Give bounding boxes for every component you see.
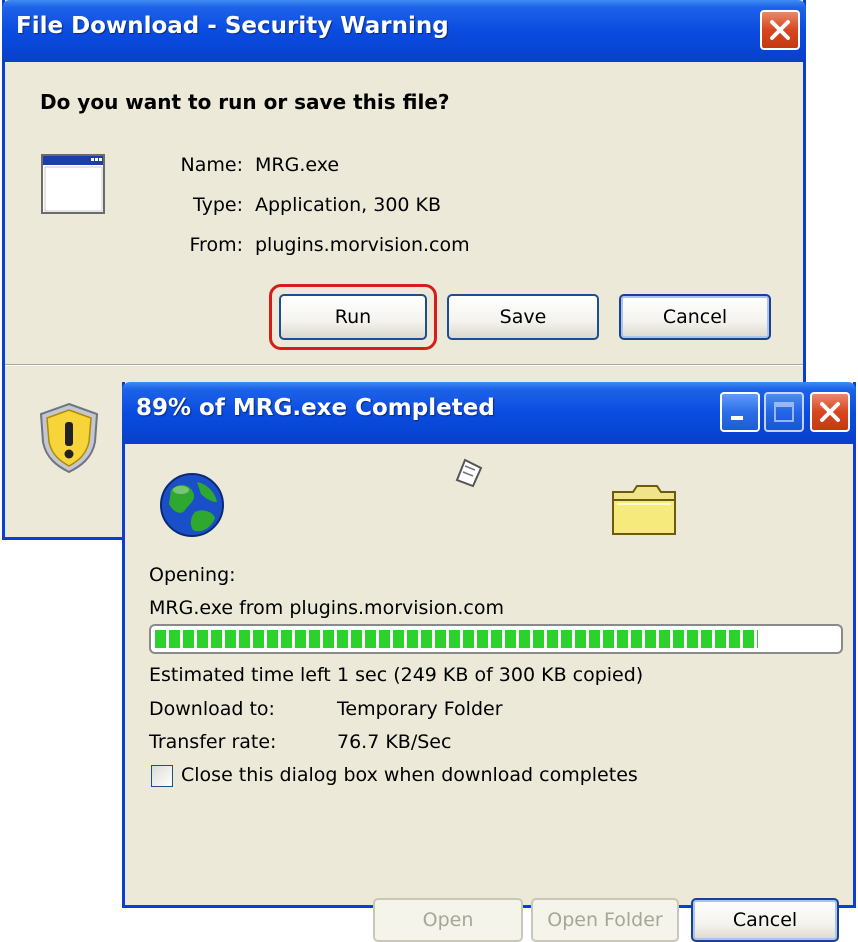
close-on-complete-checkbox[interactable] [151, 765, 173, 787]
close-icon [820, 402, 840, 422]
maximize-button[interactable] [764, 392, 804, 432]
type-value: Application, 300 KB [255, 194, 442, 216]
security-question: Do you want to run or save this file? [40, 90, 450, 114]
estimated-label: Estimated time left [149, 664, 331, 686]
estimated-value: 1 sec (249 KB of 300 KB copied) [337, 664, 644, 686]
progress-cancel-button-label: Cancel [732, 909, 798, 931]
transfer-rate-label: Transfer rate: [149, 731, 277, 753]
opening-value: MRG.exe from plugins.morvision.com [149, 597, 504, 619]
name-value: MRG.exe [255, 154, 340, 176]
close-on-complete-label[interactable]: Close this dialog box when download comp… [181, 764, 638, 786]
download-progress-dialog: 89% of MRG.exe Completed Opening: MRG.ex… [122, 382, 856, 942]
open-button[interactable]: Open [373, 898, 523, 942]
run-button-label: Run [334, 306, 372, 328]
from-label: From: [189, 234, 243, 256]
transfer-rate-value: 76.7 KB/Sec [337, 731, 452, 753]
download-to-value: Temporary Folder [337, 698, 503, 720]
folder-icon [612, 485, 676, 535]
minimize-button[interactable] [720, 392, 760, 432]
download-to-label: Download to: [149, 698, 275, 720]
open-button-label: Open [422, 909, 474, 931]
save-button-label: Save [499, 306, 547, 328]
separator [5, 364, 803, 366]
security-close-button[interactable] [760, 10, 800, 50]
save-button[interactable]: Save [447, 294, 599, 340]
progress-cancel-button[interactable]: Cancel [691, 898, 839, 942]
shield-warning-icon [39, 402, 99, 474]
from-value: plugins.morvision.com [255, 234, 470, 256]
open-folder-button[interactable]: Open Folder [531, 898, 679, 942]
opening-label: Opening: [149, 564, 236, 586]
open-folder-button-label: Open Folder [547, 909, 663, 931]
cancel-button[interactable]: Cancel [619, 294, 771, 340]
run-button[interactable]: Run [279, 294, 427, 340]
security-dialog-titlebar[interactable]: File Download - Security Warning [2, 0, 806, 62]
progress-bar-fill [155, 630, 758, 648]
close-icon [770, 20, 790, 40]
progress-dialog-titlebar[interactable]: 89% of MRG.exe Completed [122, 382, 856, 444]
cancel-button-label: Cancel [662, 306, 728, 328]
minimize-icon [731, 416, 743, 420]
maximize-icon [774, 402, 794, 422]
window-app-icon [41, 154, 105, 214]
security-dialog-title: File Download - Security Warning [16, 13, 449, 39]
progress-bar [149, 624, 843, 654]
progress-dialog-title: 89% of MRG.exe Completed [136, 395, 495, 421]
paper-fly-icon [455, 458, 483, 488]
progress-close-button[interactable] [810, 392, 850, 432]
globe-icon [160, 473, 224, 537]
type-label: Type: [192, 194, 243, 216]
name-label: Name: [180, 154, 243, 176]
